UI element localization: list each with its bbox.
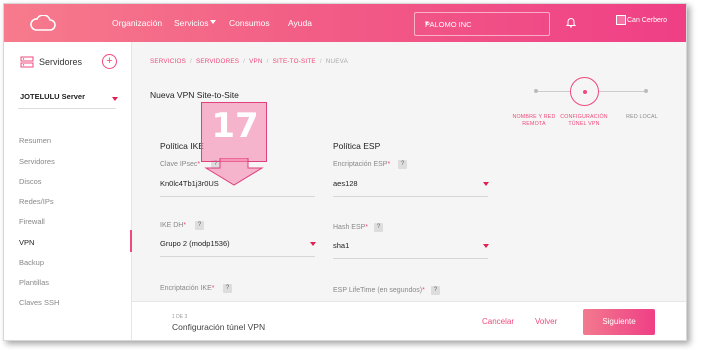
esp-encryption-label: Encriptación ESP* xyxy=(333,161,390,168)
breadcrumb: SERVICIOS / SERVIDORES / VPN / SITE-TO-SITE / NU… xyxy=(150,58,348,65)
required-mark: * xyxy=(365,224,369,231)
sidebar-item-discos[interactable]: Discos xyxy=(19,177,42,186)
required-mark: * xyxy=(183,222,187,229)
servicios-caret-icon[interactable] xyxy=(210,20,216,24)
chevron-down-icon[interactable] xyxy=(483,244,489,248)
esp-hash-label: Hash ESP* xyxy=(333,224,368,231)
server-select[interactable]: JOTELULU Server xyxy=(18,89,118,109)
ike-dh-underline xyxy=(160,256,315,257)
step-name: Configuración túnel VPN xyxy=(172,322,266,332)
chevron-down-icon: ▾ xyxy=(425,20,429,27)
ike-encryption-help-icon[interactable]: ? xyxy=(223,284,232,293)
esp-hash-help-icon[interactable]: ? xyxy=(374,223,383,232)
nav-organizacion[interactable]: Organización xyxy=(112,18,162,28)
ike-section-title: Política IKE xyxy=(160,141,204,151)
esp-hash-underline xyxy=(333,258,488,259)
breadcrumb-servicios[interactable]: SERVICIOS xyxy=(150,58,186,65)
sidebar-item-servidores[interactable]: Servidores xyxy=(19,157,55,166)
sidebar-item-resumen[interactable]: Resumen xyxy=(19,136,51,145)
breadcrumb-vpn[interactable]: VPN xyxy=(249,58,263,65)
sidebar-item-vpn[interactable]: VPN xyxy=(19,238,34,247)
step-callout-number: 17 xyxy=(211,106,259,146)
sidebar-item-redes-ips[interactable]: Redes/IPs xyxy=(19,197,54,206)
breadcrumb-separator: / xyxy=(266,58,269,65)
esp-encryption-select[interactable]: aes128 xyxy=(333,179,358,188)
app-window: Organización Servicios Consumos Ayuda PA… xyxy=(3,3,687,341)
step-counter: 1 DE 3 xyxy=(172,314,188,320)
chevron-down-icon[interactable] xyxy=(310,242,316,246)
ike-dh-label: IKE DH* xyxy=(160,222,186,229)
sidebar-title: Servidores xyxy=(39,57,83,67)
esp-encryption-label-text: Encriptación ESP xyxy=(333,161,388,168)
esp-lifetime-help-icon[interactable]: ? xyxy=(431,286,440,295)
step-dot-3[interactable] xyxy=(644,89,648,93)
breadcrumb-separator: / xyxy=(319,58,322,65)
breadcrumb-separator: / xyxy=(243,58,246,65)
nav-consumos[interactable]: Consumos xyxy=(229,18,270,28)
step-label-3-line1: RED LOCAL xyxy=(626,114,658,120)
step-active-dot xyxy=(583,90,587,94)
user-name[interactable]: Can Cerbero xyxy=(627,17,667,24)
breadcrumb-current: NUEVA xyxy=(325,58,348,65)
next-button[interactable]: Siguiente xyxy=(583,309,655,335)
esp-hash-select[interactable]: sha1 xyxy=(333,241,349,250)
required-mark: * xyxy=(422,287,425,294)
breadcrumb-servidores[interactable]: SERVIDORES xyxy=(196,58,239,65)
arrow-down-icon xyxy=(204,158,264,186)
top-nav-bar: Organización Servicios Consumos Ayuda PA… xyxy=(4,4,686,42)
nav-ayuda[interactable]: Ayuda xyxy=(288,18,312,28)
cancel-button[interactable]: Cancelar xyxy=(482,317,514,326)
server-select-value: JOTELULU Server xyxy=(20,92,86,101)
psk-label: Clave IPsec* xyxy=(160,161,200,168)
step-active-ring[interactable] xyxy=(570,77,599,106)
back-button[interactable]: Volver xyxy=(535,317,557,326)
avatar[interactable] xyxy=(616,15,626,25)
sidebar-item-plantillas[interactable]: Plantillas xyxy=(19,278,49,287)
step-label-2-line1: CONFIGURACIÓN xyxy=(560,114,608,120)
ike-dh-label-text: IKE DH xyxy=(160,222,184,229)
bell-icon[interactable] xyxy=(565,16,577,28)
step-dot-1[interactable] xyxy=(534,89,538,93)
esp-section-title: Política ESP xyxy=(333,141,381,151)
psk-label-text: Clave IPsec xyxy=(160,161,198,168)
organization-select[interactable]: PALOMO INC ▾ xyxy=(414,12,550,36)
esp-lifetime-label: ESP LifeTime (en segundos)* xyxy=(333,287,425,294)
required-mark: * xyxy=(197,161,201,168)
required-mark: * xyxy=(387,161,391,168)
ike-dh-select[interactable]: Grupo 2 (modp1536) xyxy=(160,239,230,248)
step-label-3: RED LOCAL xyxy=(612,114,672,121)
server-icon xyxy=(20,56,34,68)
cloud-logo-icon[interactable] xyxy=(30,15,56,31)
step-callout-box: 17 xyxy=(201,102,267,162)
active-indicator xyxy=(130,230,132,252)
chevron-down-icon[interactable] xyxy=(483,182,489,186)
esp-lifetime-label-text: ESP LifeTime (en segundos) xyxy=(333,287,423,294)
add-server-button[interactable]: + xyxy=(102,54,117,69)
psk-input-underline xyxy=(160,196,315,197)
wizard-footer: 1 DE 3 Configuración túnel VPN Cancelar … xyxy=(132,301,686,340)
required-mark: * xyxy=(211,285,215,292)
ike-dh-help-icon[interactable]: ? xyxy=(195,221,204,230)
ike-encryption-label-text: Encriptación IKE xyxy=(160,285,212,292)
chevron-down-icon xyxy=(112,97,118,101)
sidebar-item-claves-ssh[interactable]: Claves SSH xyxy=(19,298,59,307)
page-title: Nueva VPN Site-to-Site xyxy=(150,90,239,100)
sidebar-item-backup[interactable]: Backup xyxy=(19,258,44,267)
esp-hash-label-text: Hash ESP xyxy=(333,224,366,231)
nav-servicios[interactable]: Servicios xyxy=(174,18,208,28)
step-label-2-line2: TÚNEL VPN xyxy=(568,121,600,127)
ike-encryption-label: Encriptación IKE* xyxy=(160,285,214,292)
sidebar: Servidores + JOTELULU Server Resumen Ser… xyxy=(4,42,132,340)
sidebar-item-firewall[interactable]: Firewall xyxy=(19,217,45,226)
breadcrumb-site-to-site[interactable]: SITE-TO-SITE xyxy=(273,58,316,65)
breadcrumb-separator: / xyxy=(189,58,192,65)
esp-encryption-help-icon[interactable]: ? xyxy=(398,160,407,169)
esp-encryption-underline xyxy=(333,196,488,197)
step-label-2: CONFIGURACIÓN TÚNEL VPN xyxy=(548,114,620,128)
